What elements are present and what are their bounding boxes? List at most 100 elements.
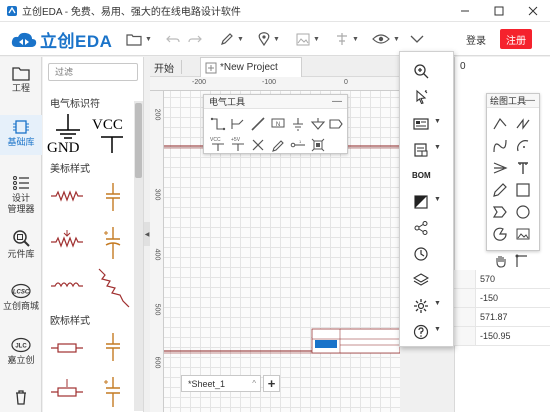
nav-project[interactable]: 工程 (0, 65, 42, 105)
us-polarized-capacitor[interactable] (93, 223, 133, 263)
text-tool-icon[interactable] (515, 160, 531, 176)
nav-lcsc-mall[interactable]: LCSC 立创商城 (0, 283, 42, 323)
property-value: -150.95 (480, 331, 511, 341)
close-button[interactable] (516, 0, 550, 22)
layout-menu-button[interactable]: ▼ (400, 113, 455, 135)
minimize-panel-button[interactable]: — (332, 96, 342, 107)
bus-entry-tool-icon[interactable] (230, 116, 246, 132)
eu-potentiometer[interactable] (47, 375, 87, 409)
vcc-tool[interactable]: VCC (210, 137, 226, 153)
electrical-tools-header[interactable]: 电气工具 (204, 95, 347, 109)
drag-tool-icon[interactable] (514, 253, 530, 269)
us-resistor[interactable] (47, 179, 87, 213)
property-row[interactable]: 570 (454, 270, 550, 289)
arrow-tool-icon[interactable] (492, 160, 508, 176)
tab-start[interactable]: 开始 (150, 57, 198, 77)
help-menu-button[interactable]: ▼ (400, 321, 455, 343)
redo-button[interactable] (188, 30, 202, 48)
tab-new-project[interactable]: *New Project (200, 57, 302, 77)
pie-tool-icon[interactable] (492, 226, 508, 242)
draw-menu-button[interactable]: ▼ (220, 30, 244, 48)
align-menu-button[interactable]: ▼ (335, 30, 359, 48)
pin-tool-icon[interactable]: 1 (290, 137, 306, 153)
signal-gnd-tool-icon[interactable] (310, 116, 326, 132)
theme-menu-button[interactable]: ▼ (400, 191, 455, 213)
minimize-button[interactable] (448, 0, 482, 22)
polarized-capacitor-icon (104, 227, 121, 259)
pencil-icon (221, 33, 233, 45)
no-connect-tool-icon[interactable] (250, 137, 266, 153)
zoom-in-icon (414, 64, 429, 79)
library-scroll-thumb[interactable] (135, 103, 142, 178)
polyline-tool-icon[interactable] (492, 116, 508, 132)
property-row[interactable]: 571.87 (454, 308, 550, 327)
gnd-symbol[interactable]: GND (45, 112, 91, 160)
plus5v-tool[interactable]: +5V (230, 137, 246, 153)
pan-tool-icon[interactable] (493, 253, 509, 269)
freehand-tool-icon[interactable] (515, 116, 531, 132)
more-button[interactable] (410, 30, 424, 48)
bezier-tool-icon[interactable] (492, 138, 508, 154)
plus5v-tool-icon (232, 143, 244, 151)
bus-tool-icon[interactable] (250, 116, 266, 132)
bom-button[interactable]: BOM (400, 165, 455, 187)
list-icon (13, 176, 29, 190)
settings-menu-button[interactable]: ▼ (400, 295, 455, 317)
undo-button[interactable] (166, 30, 180, 48)
close-icon (528, 6, 538, 16)
tab-new-project-label: *New Project (220, 62, 278, 73)
eu-capacitor[interactable] (93, 329, 133, 365)
layers-button[interactable] (400, 269, 455, 291)
circle-tool-icon[interactable] (515, 204, 531, 220)
chevron-up-icon[interactable]: ^ (252, 379, 256, 388)
nav-jlc[interactable]: JLC 嘉立创 (0, 337, 42, 377)
us-variable-resistor[interactable] (93, 265, 133, 309)
ruler-mark: 200 (153, 108, 161, 121)
cursor-icon (416, 89, 428, 105)
probe-tool-icon[interactable] (270, 137, 286, 153)
nav-component-library[interactable]: 元件库 (0, 229, 42, 269)
sheet-tab[interactable]: *Sheet_1 ^ (181, 375, 261, 392)
us-capacitor[interactable] (93, 179, 133, 215)
pencil-tool-icon[interactable] (492, 182, 508, 198)
net-port-tool-icon[interactable] (328, 116, 344, 132)
place-menu-button[interactable]: ▼ (258, 30, 280, 48)
us-inductor[interactable] (47, 269, 87, 303)
image-tool-icon[interactable] (515, 226, 531, 242)
rectangle-tool-icon[interactable] (515, 182, 531, 198)
net-label-tool-icon[interactable]: N (270, 116, 286, 132)
minimize-panel-button[interactable]: — (525, 95, 535, 106)
nav-trash[interactable] (0, 389, 42, 411)
nav-design-manager[interactable]: 设计 管理器 (0, 175, 42, 219)
register-button[interactable]: 注册 (500, 29, 532, 49)
eu-resistor[interactable] (47, 331, 87, 365)
maximize-button[interactable] (482, 0, 516, 22)
history-button[interactable] (400, 243, 455, 265)
property-row[interactable]: -150 (454, 289, 550, 308)
property-row[interactable]: -150.95 (454, 327, 550, 346)
polygon-tool-icon[interactable] (492, 204, 508, 220)
library-scrollbar[interactable] (134, 101, 143, 411)
nav-basic-library[interactable]: 基础库 (0, 115, 42, 155)
wire-tool-icon[interactable] (210, 116, 226, 132)
zoom-in-button[interactable] (400, 60, 455, 82)
drawing-tools-title: 绘图工具 (490, 96, 527, 106)
view-menu-button[interactable]: ▼ (372, 30, 400, 48)
filter-input[interactable] (48, 63, 138, 81)
section-iec-style: 欧标样式 (50, 316, 90, 327)
select-tool-button[interactable] (400, 86, 455, 108)
image-menu-button[interactable]: ▼ (296, 30, 320, 48)
gnd-tool-icon[interactable] (290, 116, 306, 132)
eu-polarized-capacitor[interactable] (93, 373, 133, 411)
add-sheet-button[interactable]: + (263, 375, 280, 392)
arc-tool-icon[interactable] (515, 138, 531, 154)
vcc-symbol[interactable]: VCC (91, 115, 133, 159)
us-potentiometer[interactable] (47, 225, 87, 259)
document-menu-button[interactable]: ▼ (400, 139, 455, 161)
property-value: 571.87 (480, 312, 508, 322)
file-menu-button[interactable]: ▼ (126, 30, 152, 48)
login-link[interactable]: 登录 (466, 32, 486, 47)
group-tool-icon[interactable] (310, 137, 326, 153)
share-button[interactable] (400, 217, 455, 239)
maximize-icon (494, 6, 504, 16)
